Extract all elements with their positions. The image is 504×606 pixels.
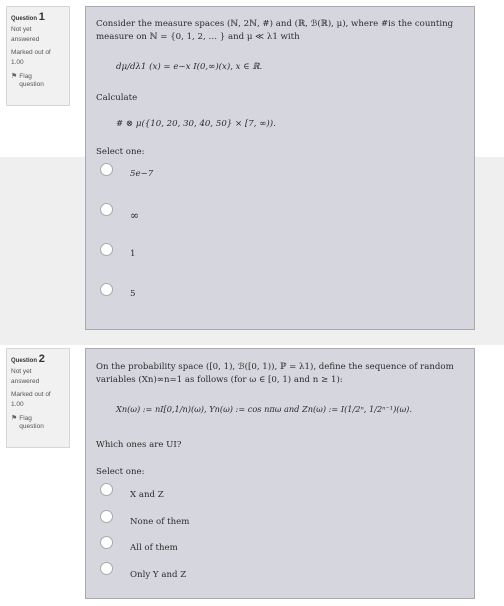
flag-question-label: Flag question <box>19 415 44 430</box>
answer-option-label[interactable]: X and Z <box>130 490 164 500</box>
question-prompt-line-1: Consider the measure spaces (ℕ, 2ℕ, #) a… <box>96 19 454 29</box>
answer-option-label[interactable]: 1 <box>130 249 135 259</box>
answer-option-label[interactable]: ∞ <box>130 209 139 222</box>
answer-option-label[interactable]: 5 <box>130 289 135 299</box>
flag-question-button[interactable]: ⚑ Flag question <box>11 415 69 431</box>
radio-button[interactable] <box>100 483 113 496</box>
question-number: Question 2 <box>11 353 45 365</box>
radio-button[interactable] <box>100 203 113 216</box>
select-one-label: Select one: <box>96 467 145 477</box>
answer-option[interactable] <box>100 510 113 523</box>
question-content-2: On the probability space ([0, 1), ℬ([0, … <box>85 348 475 599</box>
question-status: Not yet answered <box>11 368 40 385</box>
calculate-label: Calculate <box>96 93 138 103</box>
radio-button[interactable] <box>100 536 113 549</box>
radio-button[interactable] <box>100 243 113 256</box>
radio-button[interactable] <box>100 163 113 176</box>
flag-icon: ⚑ <box>11 415 18 422</box>
answer-option-label[interactable]: All of them <box>130 543 178 553</box>
answer-option[interactable] <box>100 163 113 176</box>
density-formula: dμ/dλ1 (x) = e−x I(0,∞)(x), x ∈ ℝ. <box>116 62 263 72</box>
question-grade: Marked out of 1.00 <box>11 49 51 66</box>
flag-question-button[interactable]: ⚑ Flag question <box>11 73 69 89</box>
answer-option-label[interactable]: 5e−7 <box>130 169 153 179</box>
radio-button[interactable] <box>100 510 113 523</box>
question-prompt-line-2: variables (Xn)∞n=1 as follows (for ω ∈ [… <box>96 375 343 385</box>
question-info-1: Question 1 Not yet answered Marked out o… <box>6 6 70 106</box>
answer-option[interactable] <box>100 562 113 575</box>
question-prompt-line-2: measure on ℕ = {0, 1, 2, … } and μ ≪ λ1 … <box>96 32 300 42</box>
select-one-label: Select one: <box>96 147 145 157</box>
question-status: Not yet answered <box>11 26 40 43</box>
answer-option-label[interactable]: None of them <box>130 517 189 527</box>
flag-icon: ⚑ <box>11 73 18 80</box>
answer-option[interactable] <box>100 536 113 549</box>
flag-question-label: Flag question <box>19 73 44 88</box>
answer-option-label[interactable]: Only Y and Z <box>130 570 186 580</box>
question-number: Question 1 <box>11 11 45 23</box>
question-prompt-line-1: On the probability space ([0, 1), ℬ([0, … <box>96 362 454 372</box>
question-content-1: Consider the measure spaces (ℕ, 2ℕ, #) a… <box>85 6 475 330</box>
question-grade: Marked out of 1.00 <box>11 391 51 408</box>
calculate-expression: # ⊗ μ({10, 20, 30, 40, 50} × [7, ∞)). <box>116 119 276 129</box>
radio-button[interactable] <box>100 283 113 296</box>
radio-button[interactable] <box>100 562 113 575</box>
answer-option[interactable] <box>100 243 113 256</box>
answer-option[interactable] <box>100 483 113 496</box>
answer-option[interactable] <box>100 283 113 296</box>
question-text: Which ones are UI? <box>96 440 182 450</box>
random-variable-definition: Xn(ω) := nI[0,1/n)(ω), Yn(ω) := cos nπω … <box>116 404 412 414</box>
answer-option[interactable] <box>100 203 113 216</box>
question-info-2: Question 2 Not yet answered Marked out o… <box>6 348 70 448</box>
